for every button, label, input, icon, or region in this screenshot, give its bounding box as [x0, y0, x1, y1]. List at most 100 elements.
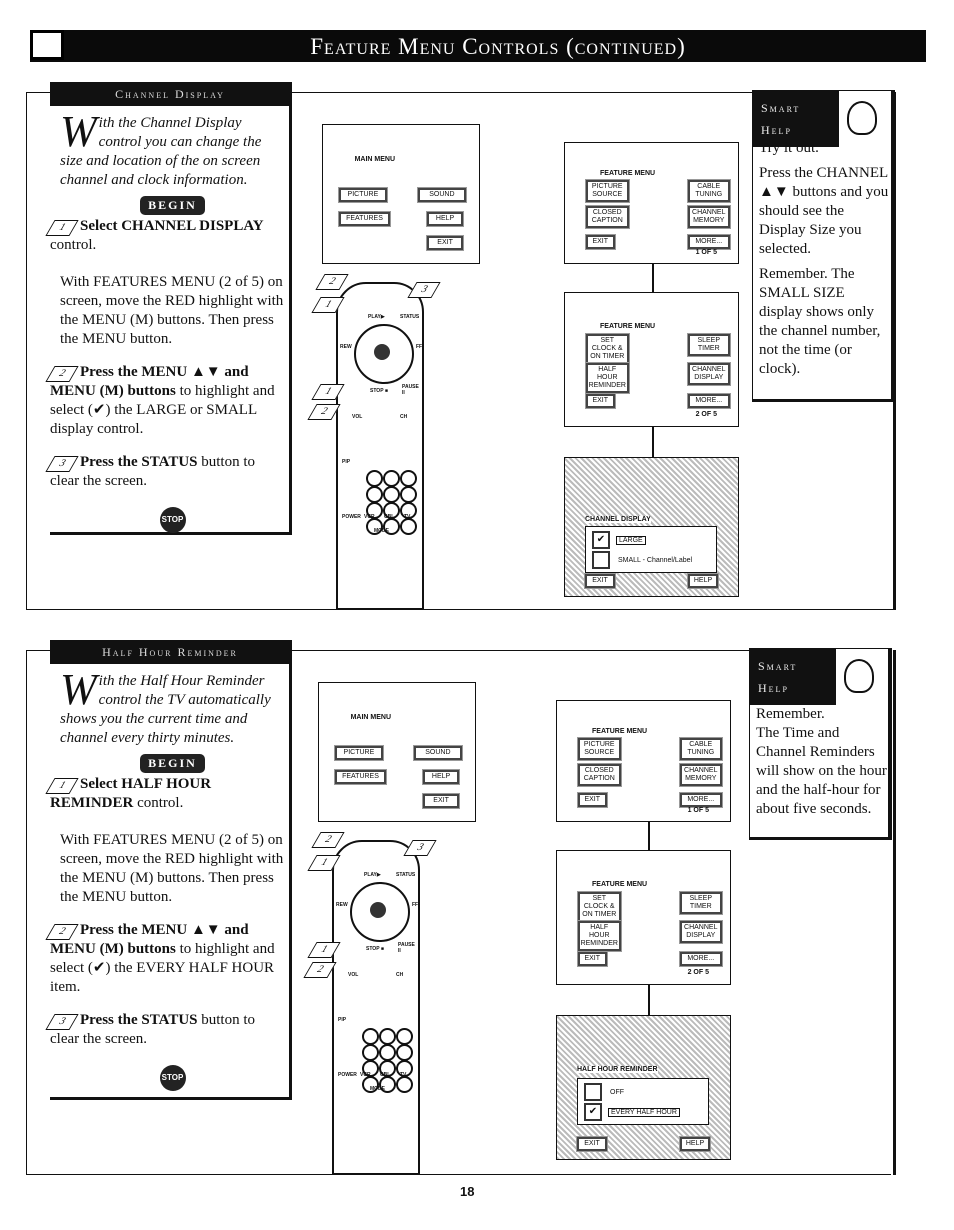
help-button[interactable]: HELP [680, 1137, 710, 1151]
number-button [362, 1028, 379, 1045]
menu-title: FEATURE MENU [592, 880, 648, 888]
menu-item[interactable]: CHANNEL DISPLAY [679, 921, 722, 944]
remote-label: VOL [348, 972, 359, 978]
menu-item[interactable]: FEATURES [338, 211, 391, 226]
arrow-down [652, 264, 654, 292]
remote-label: PAUSE II [398, 942, 415, 954]
menu-item[interactable]: HELP [423, 769, 459, 784]
menu-item[interactable]: EXIT [578, 792, 607, 807]
menu-item[interactable]: CHANNEL MEMORY [687, 206, 730, 229]
help-button[interactable]: HELP [688, 574, 718, 588]
menu-item[interactable]: CABLE TUNING [687, 179, 730, 202]
menu-item[interactable]: CLOSED CAPTION [578, 764, 621, 787]
section-tab: Half Hour Reminder [50, 640, 290, 664]
menu-item[interactable]: EXIT [427, 235, 463, 250]
menu-item[interactable]: FEATURES [334, 769, 387, 784]
option-row[interactable]: OFF [584, 1083, 626, 1101]
menu-item[interactable]: MORE... [679, 952, 722, 967]
menu-page-indicator: 1 OF 5 [695, 248, 717, 256]
number-button [362, 1076, 379, 1093]
smart-help-panel: Smart Help Try it out. Press the CHANNEL ▲▼… [752, 90, 895, 402]
menu-item[interactable]: CLOSED CAPTION [586, 206, 629, 229]
menu-item[interactable]: SOUND [417, 188, 467, 202]
arrow-down [648, 822, 650, 850]
menu-item[interactable]: PICTURE [338, 188, 388, 202]
menu-title: FEATURE MENU [592, 727, 648, 735]
exit-button[interactable]: EXIT [585, 574, 615, 588]
smart-help-text: Try it out. [759, 140, 819, 156]
step-bold: Select CHANNEL DISPLAY [80, 218, 264, 234]
checkbox-empty[interactable] [584, 1083, 602, 1101]
option-row[interactable]: ✔ LARGE [592, 531, 646, 549]
number-button [379, 1044, 396, 1061]
step-text: control. [133, 795, 184, 811]
menu-item[interactable]: SLEEP TIMER [679, 891, 722, 914]
smart-help-text: Remember. The SMALL SIZE display shows o… [759, 266, 881, 377]
step-1: 1 Select HALF HOUR REMINDER control. [45, 775, 285, 813]
remote-control-illustration: PLAY▶ STATUS REW FF STOP ■ PAUSE II VOL CH PIP PO… [336, 282, 424, 610]
lightbulb-icon [844, 659, 874, 693]
menu-item[interactable]: MORE... [679, 792, 722, 807]
menu-item[interactable]: PICTURE SOURCE [586, 179, 629, 202]
drop-cap: W [60, 665, 97, 714]
menu-item[interactable]: PICTURE SOURCE [578, 737, 621, 760]
page-number: 18 [460, 1184, 475, 1199]
intro-text: With the Half Hour Reminder control the … [60, 665, 285, 748]
menu-item[interactable]: SLEEP TIMER [687, 333, 730, 356]
option-screen: CHANNEL DISPLAY ✔ LARGE SMALL - Channel/Lab… [564, 457, 739, 597]
menu-item[interactable]: SOUND [413, 746, 463, 760]
lightbulb-icon [847, 101, 877, 135]
menu-page-indicator: 2 OF 5 [687, 968, 709, 976]
exit-button[interactable]: EXIT [577, 1137, 607, 1151]
number-button [383, 502, 400, 519]
menu-item[interactable]: MORE... [687, 394, 730, 409]
smart-help-title-2: Help [758, 681, 789, 695]
checkbox-checked[interactable]: ✔ [584, 1103, 602, 1121]
remote-label: STATUS [400, 314, 420, 320]
menu-screen-feature_menu2: FEATURE MENU SET CLOCK & ON TIMER SLEEP TI… [564, 292, 739, 427]
menu-item[interactable]: EXIT [423, 793, 459, 808]
menu-item[interactable]: CHANNEL DISPLAY [687, 363, 730, 386]
menu-title: FEATURE MENU [600, 322, 656, 330]
number-button [362, 1060, 379, 1077]
number-button [383, 470, 400, 487]
remote-label: PLAY▶ [368, 314, 385, 320]
menu-item[interactable]: CHANNEL MEMORY [679, 764, 722, 787]
manual-page: Feature Menu Controls (continued) 18 Cha… [0, 0, 954, 1230]
step-bold: Press the STATUS [80, 1012, 198, 1028]
menu-dpad [350, 882, 410, 942]
menu-title: FEATURE MENU [600, 169, 656, 177]
remote-label: REW [336, 902, 348, 908]
stop-icon: STOP [159, 507, 186, 533]
remote-label: FF [412, 902, 419, 908]
step-number-icon: 3 [45, 456, 79, 472]
menu-item[interactable]: EXIT [578, 952, 607, 967]
smart-help-text: Press the CHANNEL ▲▼ buttons and you sho… [759, 165, 889, 257]
remote-label: PIP [342, 459, 351, 465]
menu-item[interactable]: HALF HOUR REMINDER [586, 363, 629, 394]
option-row[interactable]: ✔ EVERY HALF HOUR [584, 1103, 680, 1121]
menu-item[interactable]: MORE... [687, 234, 730, 249]
menu-screen-main_menu: MAIN MENU PICTURE SOUND FEATURES HELP EXIT [318, 682, 476, 822]
section-tab: Channel Display [50, 82, 290, 106]
checkbox-empty[interactable] [592, 551, 610, 569]
header-square-icon [30, 30, 64, 60]
menu-item[interactable]: HELP [427, 211, 463, 226]
page-title: Feature Menu Controls (continued) [310, 34, 686, 59]
menu-item[interactable]: PICTURE [334, 746, 384, 760]
menu-item[interactable]: SET CLOCK & ON TIMER [578, 891, 621, 922]
option-row[interactable]: SMALL - Channel/Label [592, 551, 694, 569]
begin-badge: BEGIN [140, 196, 205, 215]
begin-badge: BEGIN [140, 754, 205, 773]
step-2: 2 Press the MENU ▲▼ and MENU (M) buttons … [45, 363, 285, 439]
checkbox-checked[interactable]: ✔ [592, 531, 610, 549]
option-screen: HALF HOUR REMINDER OFF ✔ EVERY HALF HOUR EXI… [556, 1015, 731, 1160]
menu-item[interactable]: CABLE TUNING [679, 737, 722, 760]
menu-item[interactable]: EXIT [586, 394, 615, 409]
menu-item[interactable]: HALF HOUR REMINDER [578, 921, 621, 952]
menu-item[interactable]: SET CLOCK & ON TIMER [586, 333, 629, 364]
smart-help-title-1: Smart [758, 659, 798, 673]
step-3: 3 Press the STATUS button to clear the sc… [45, 1011, 285, 1049]
menu-title: MAIN MENU [354, 155, 396, 163]
menu-item[interactable]: EXIT [586, 234, 615, 249]
